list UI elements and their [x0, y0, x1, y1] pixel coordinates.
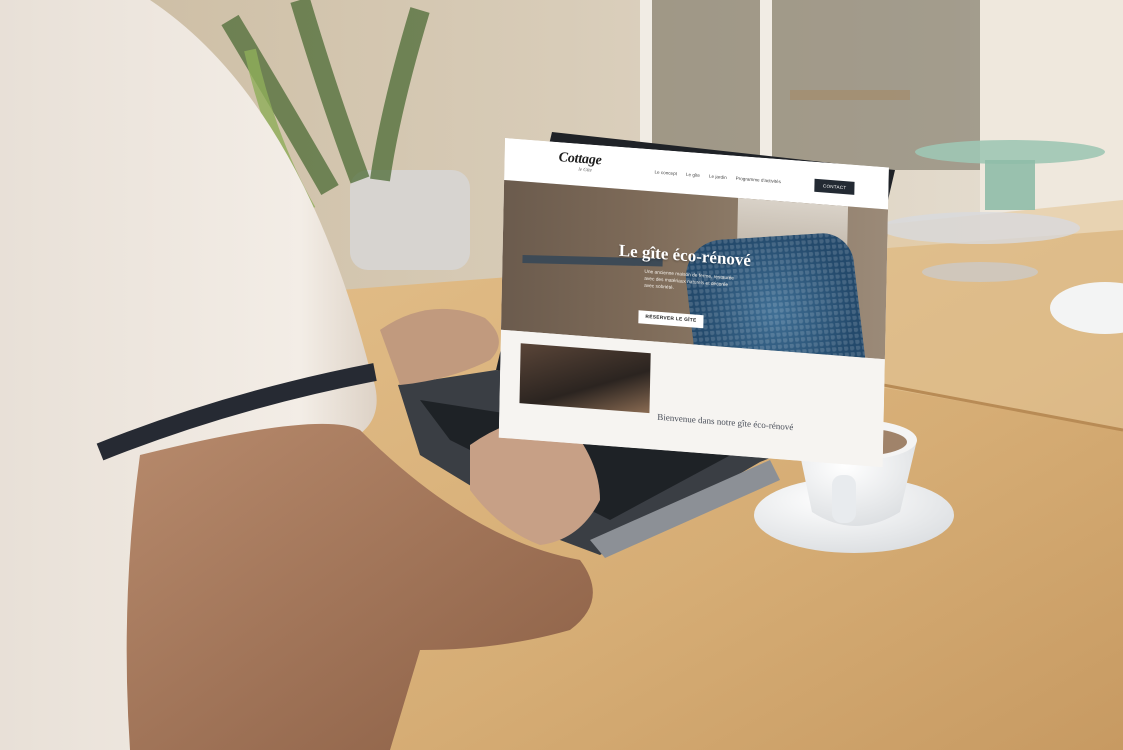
hero-section: Le gîte éco-rénové Une ancienne maison d…	[500, 179, 889, 360]
logo-wordmark: Cottage	[558, 150, 602, 169]
interior-photo	[519, 343, 651, 414]
contact-button[interactable]: CONTACT	[814, 178, 855, 195]
main-nav: Le concept Le gîte Le jardin Programme d…	[654, 169, 781, 184]
laptop-screen: Cottage le Gîte Le concept Le gîte Le ja…	[498, 138, 889, 468]
nav-item-gite[interactable]: Le gîte	[686, 171, 700, 177]
nav-item-jardin[interactable]: Le jardin	[709, 173, 727, 179]
nav-item-concept[interactable]: Le concept	[654, 169, 677, 176]
site-logo[interactable]: Cottage le Gîte	[558, 148, 611, 182]
nav-item-programme[interactable]: Programme d'activités	[736, 175, 781, 183]
welcome-heading: Bienvenue dans notre gîte éco-rénové	[657, 411, 794, 433]
website-page: Cottage le Gîte Le concept Le gîte Le ja…	[498, 138, 889, 468]
logo-subtitle: le Gîte	[578, 167, 592, 174]
